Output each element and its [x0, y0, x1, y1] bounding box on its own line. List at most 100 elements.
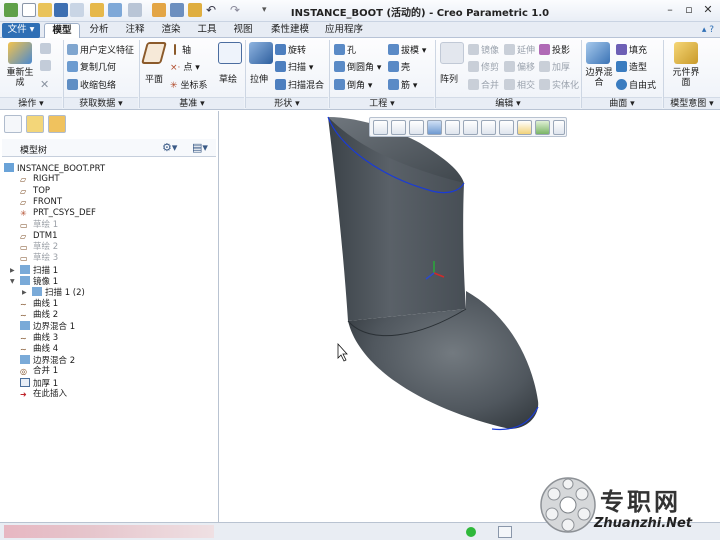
tree-item[interactable]: ▭ 草绘 3	[20, 253, 58, 264]
tree-item[interactable]: ∼ 曲线 4	[20, 344, 58, 355]
group-label-get-data[interactable]: 获取数据 ▾	[64, 97, 138, 109]
copy-geometry-button[interactable]: 复制几何	[80, 63, 116, 73]
tree-item[interactable]: INSTANCE_BOOT.PRT	[4, 163, 105, 174]
refit-icon[interactable]	[373, 120, 388, 135]
layer-icon[interactable]	[170, 3, 184, 17]
find-icon[interactable]	[498, 526, 512, 538]
tree-expander-icon[interactable]: ▼	[10, 276, 15, 287]
component-interface-button[interactable]: 元件界面	[670, 68, 702, 88]
tree-item[interactable]: ∼ 曲线 2	[20, 310, 58, 321]
folder-browser-tab-icon[interactable]	[26, 115, 44, 133]
window-icon[interactable]	[108, 3, 122, 17]
open-folder-icon[interactable]	[38, 3, 52, 17]
close-window-icon[interactable]	[128, 3, 142, 17]
intersect-button[interactable]: 相交	[517, 81, 535, 91]
boundary-blend-icon[interactable]	[586, 42, 610, 64]
rib-button[interactable]: 筋	[401, 81, 410, 91]
model-tree-tab-icon[interactable]	[4, 115, 22, 133]
save-icon[interactable]	[54, 3, 68, 17]
delete-icon[interactable]: ✕	[40, 78, 49, 91]
offset-button[interactable]: 偏移	[517, 63, 535, 73]
tree-item[interactable]: ▼ 镜像 1	[10, 276, 58, 287]
sketch-display-icon[interactable]	[553, 120, 565, 135]
tree-item[interactable]: ◎ 合并 1	[20, 366, 58, 377]
regenerate-icon[interactable]	[152, 3, 166, 17]
boundary-blend-button[interactable]: 边界混合	[584, 68, 614, 88]
tree-show-icon[interactable]: ▤▾	[192, 141, 208, 154]
print-icon[interactable]	[70, 3, 84, 17]
group-label-datum[interactable]: 基准 ▾	[140, 97, 244, 109]
sketch-button[interactable]: 草绘	[219, 72, 237, 85]
datum-display-icon[interactable]	[499, 120, 514, 135]
zoom-in-icon[interactable]	[391, 120, 406, 135]
pattern-button[interactable]: 阵列	[440, 72, 458, 85]
regenerate-button[interactable]: 重新生成	[4, 68, 36, 88]
group-label-shapes[interactable]: 形状 ▾	[246, 97, 328, 109]
component-interface-icon[interactable]	[674, 42, 698, 64]
solidify-button[interactable]: 实体化	[552, 81, 579, 91]
tree-item[interactable]: 加厚 1	[20, 377, 58, 389]
pattern-icon[interactable]	[440, 42, 464, 64]
tree-item[interactable]: ▶ 扫描 1	[10, 264, 58, 276]
group-label-editing[interactable]: 编辑 ▾	[436, 97, 580, 109]
tree-settings-icon[interactable]: ⚙▾	[162, 141, 177, 154]
revolve-button[interactable]: 旋转	[288, 46, 306, 56]
tree-item[interactable]: ➜ 在此插入	[20, 389, 67, 400]
undo-icon[interactable]: ↶	[206, 3, 220, 17]
copy-icon[interactable]	[40, 43, 51, 54]
maximize-icon[interactable]: ▫	[681, 2, 697, 18]
repaint-icon[interactable]	[427, 120, 442, 135]
folder-icon[interactable]	[90, 3, 104, 17]
thicken-button[interactable]: 加厚	[552, 63, 570, 73]
fill-button[interactable]: 填充	[629, 46, 647, 56]
tree-item[interactable]: ∼ 曲线 1	[20, 299, 58, 310]
tab-view[interactable]: 视图	[226, 23, 260, 38]
mirror-button[interactable]: 镜像	[481, 46, 499, 56]
tab-annotate[interactable]: 注释	[118, 23, 152, 38]
group-label-surfaces[interactable]: 曲面 ▾	[582, 97, 662, 109]
group-label-engineering[interactable]: 工程 ▾	[330, 97, 434, 109]
shrinkwrap-button[interactable]: 收缩包络	[80, 81, 116, 91]
annotation-display-icon[interactable]	[535, 120, 550, 135]
tab-render[interactable]: 渲染	[154, 23, 188, 38]
extrude-button[interactable]: 拉伸	[250, 72, 268, 85]
trim-button[interactable]: 修剪	[481, 63, 499, 73]
tree-item[interactable]: ∼ 曲线 3	[20, 333, 58, 344]
group-label-operations[interactable]: 操作 ▾	[0, 97, 62, 109]
sweep-blend-button[interactable]: 扫描混合	[288, 81, 324, 91]
datum-point-button[interactable]: 点	[183, 63, 192, 73]
tree-item[interactable]: ▱ FRONT	[20, 197, 62, 208]
datum-axis-button[interactable]: 轴	[182, 46, 191, 56]
tree-item[interactable]: ▱ RIGHT	[20, 174, 60, 185]
tab-applications[interactable]: 应用程序	[320, 23, 368, 38]
tree-expander-icon[interactable]: ▶	[22, 287, 27, 298]
tree-item[interactable]: ✳ PRT_CSYS_DEF	[20, 208, 96, 219]
new-file-icon[interactable]	[22, 3, 36, 17]
sketch-icon[interactable]	[218, 42, 242, 64]
extrude-icon[interactable]	[249, 42, 273, 64]
open-icon[interactable]	[188, 3, 202, 17]
round-button[interactable]: 倒圆角	[347, 63, 374, 73]
display-style-icon[interactable]	[445, 120, 460, 135]
hole-button[interactable]: 孔	[347, 46, 356, 56]
merge-button[interactable]: 合并	[481, 81, 499, 91]
project-button[interactable]: 投影	[552, 46, 570, 56]
tree-item[interactable]: ▶ 扫描 1 (2)	[22, 287, 85, 298]
tab-analysis[interactable]: 分析	[82, 23, 116, 38]
reorient-icon[interactable]	[463, 120, 478, 135]
favorites-tab-icon[interactable]	[48, 115, 66, 133]
help-icon[interactable]: ▴ ?	[702, 25, 714, 35]
zoom-out-icon[interactable]	[409, 120, 424, 135]
draft-button[interactable]: 拔模	[401, 46, 419, 56]
freestyle-button[interactable]: 自由式	[629, 81, 656, 91]
group-label-model-intent[interactable]: 模型意图 ▾	[664, 97, 720, 109]
tree-item[interactable]: ▱ DTM1	[20, 231, 57, 242]
tree-expander-icon[interactable]: ▶	[10, 265, 15, 276]
chamfer-button[interactable]: 倒角	[347, 81, 365, 91]
spin-center-icon[interactable]	[517, 120, 532, 135]
regenerate-icon[interactable]	[8, 42, 32, 64]
close-icon[interactable]: ✕	[700, 2, 716, 18]
datum-plane-icon[interactable]	[141, 42, 167, 64]
datum-plane-button[interactable]: 平面	[145, 72, 163, 85]
tree-item[interactable]: 边界混合 2	[20, 355, 75, 366]
